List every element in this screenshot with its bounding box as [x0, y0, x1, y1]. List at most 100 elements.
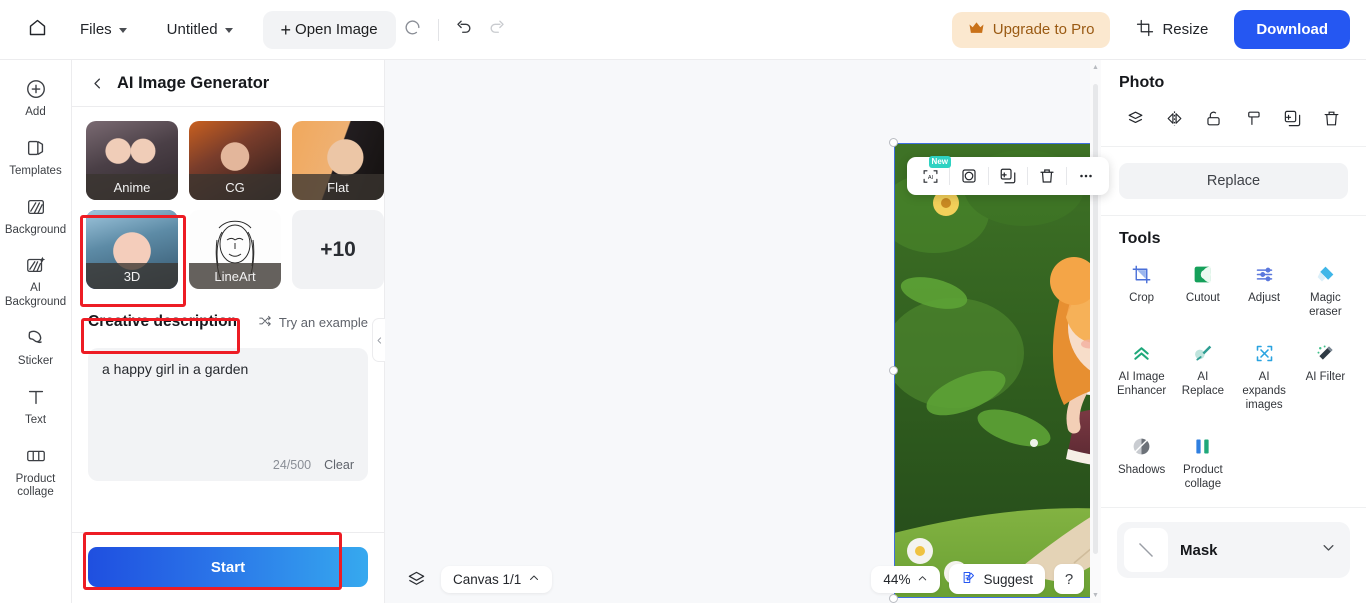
tool-magic-eraser[interactable]: Magic eraser	[1295, 256, 1356, 325]
home-icon	[27, 17, 48, 43]
redo-button[interactable]	[481, 13, 515, 47]
tool-ai-filter[interactable]: AI Filter	[1295, 335, 1356, 418]
ai-expand-icon: AI	[923, 169, 937, 183]
start-button-label: Start	[210, 558, 246, 576]
more-options-button[interactable]	[1067, 157, 1105, 195]
tool-ai-expands-images[interactable]: AI expands images	[1234, 335, 1295, 418]
tool-product-collage[interactable]: Product collage	[1172, 428, 1233, 497]
prompt-footer: 24/500 Clear	[273, 458, 354, 472]
delete-button[interactable]	[1028, 157, 1066, 195]
layers-button[interactable]	[401, 564, 431, 594]
tool-ai-image-enhancer[interactable]: AI Image Enhancer	[1111, 335, 1172, 418]
tool-adjust[interactable]: Adjust	[1234, 256, 1295, 325]
rail-item-add[interactable]: Add	[2, 70, 70, 127]
canvas-selector[interactable]: Canvas 1/1	[441, 565, 553, 593]
document-title-menu[interactable]: Untitled	[153, 14, 247, 45]
mask-row[interactable]: Mask	[1117, 522, 1350, 579]
app-body: Add Templates Background AI Background S…	[0, 60, 1366, 603]
zoom-control[interactable]: 44%	[871, 565, 941, 593]
rail-label-add: Add	[25, 106, 46, 118]
style-card-3d[interactable]: 3D	[86, 210, 178, 289]
crown-icon	[968, 21, 985, 39]
undo-button[interactable]	[447, 13, 481, 47]
files-menu-label: Files	[80, 21, 112, 38]
upgrade-to-pro-button[interactable]: Upgrade to Pro	[951, 11, 1111, 48]
resize-handle-left[interactable]	[889, 365, 898, 375]
chevron-up-icon	[528, 572, 540, 587]
rail-item-product-collage[interactable]: Product collage	[2, 437, 70, 508]
lock-button[interactable]	[1200, 104, 1228, 132]
scroll-down-arrow[interactable]: ▼	[1092, 592, 1099, 599]
creative-description-title: Creative description	[88, 313, 238, 330]
try-an-example-label: Try an example	[278, 314, 368, 330]
layers-order-icon	[1128, 111, 1142, 123]
object-float-toolbar: AI New	[907, 156, 1109, 195]
insmind-editor-app: Files Untitled + Open Image Upgrade to P…	[0, 0, 1366, 603]
delete-photo-button[interactable]	[1318, 104, 1346, 132]
chevron-down-icon[interactable]	[1321, 540, 1336, 560]
ai-filter-icon	[1315, 341, 1336, 365]
suggest-note-icon	[961, 570, 976, 588]
style-card-cg[interactable]: CG	[189, 121, 281, 200]
style-card-lineart[interactable]: LineArt	[189, 210, 281, 289]
download-button[interactable]: Download	[1234, 10, 1350, 49]
rail-item-templates[interactable]: Templates	[2, 129, 70, 186]
svg-text:AI: AI	[927, 174, 933, 180]
style-label-cg: CG	[189, 174, 281, 200]
duplicate-photo-button[interactable]	[1279, 104, 1307, 132]
mask-tool-icon	[1247, 111, 1260, 125]
back-chevron-left-icon[interactable]	[90, 76, 105, 91]
open-image-button[interactable]: + Open Image	[262, 10, 396, 49]
rail-item-background[interactable]: Background	[2, 188, 70, 245]
diagonal-line-icon	[1139, 543, 1153, 558]
panel-scrollbar[interactable]: ▲ ▼	[1090, 60, 1101, 603]
style-more-button[interactable]: +10	[292, 210, 384, 289]
rail-label-templates: Templates	[9, 164, 62, 177]
replace-button[interactable]: Replace	[1119, 163, 1348, 199]
rail-item-ai-background[interactable]: AI Background	[2, 246, 70, 317]
rail-item-text[interactable]: Text	[2, 378, 70, 435]
background-icon	[25, 194, 47, 220]
resize-handle-top-left[interactable]	[889, 138, 898, 147]
shuffle-icon	[258, 314, 272, 331]
scrollbar-thumb[interactable]	[1093, 84, 1098, 554]
tool-label-ai-replace: AI Replace	[1181, 371, 1224, 398]
ai-enhancer-icon	[1131, 341, 1152, 365]
start-button[interactable]: Start	[88, 547, 368, 587]
help-button[interactable]: ?	[1054, 564, 1084, 594]
duplicate-button[interactable]	[989, 157, 1027, 195]
prompt-input[interactable]: a happy girl in a garden 24/500 Clear	[88, 348, 368, 481]
char-counter: 24/500	[272, 458, 312, 472]
tool-ai-replace[interactable]: AI Replace	[1172, 335, 1233, 418]
chevron-down-icon	[118, 28, 127, 33]
resize-button[interactable]: Resize	[1124, 10, 1220, 50]
tool-cutout[interactable]: Cutout	[1172, 256, 1233, 325]
flip-button[interactable]	[1160, 104, 1188, 132]
mask-tool-button[interactable]	[1239, 104, 1267, 132]
adjust-icon	[1254, 262, 1275, 286]
panel-title: AI Image Generator	[117, 73, 270, 92]
panel-collapse-handle[interactable]	[372, 318, 385, 362]
zoom-level-label: 44%	[883, 571, 911, 587]
clear-prompt-button[interactable]: Clear	[324, 458, 354, 472]
scroll-up-arrow[interactable]: ▲	[1092, 64, 1099, 71]
tool-shadows[interactable]: Shadows	[1111, 428, 1172, 497]
style-card-flat[interactable]: Flat	[292, 121, 384, 200]
tool-crop[interactable]: Crop	[1111, 256, 1172, 325]
rail-item-sticker[interactable]: Sticker	[2, 319, 70, 376]
layer-order-button[interactable]	[1121, 104, 1149, 132]
tool-label-product-collage: Product collage	[1183, 464, 1223, 491]
ai-expand-button[interactable]: AI New	[911, 156, 951, 195]
chevron-up-icon	[917, 572, 928, 587]
files-menu[interactable]: Files	[66, 14, 141, 45]
try-an-example-button[interactable]: Try an example	[258, 314, 368, 331]
canvas-label: Canvas 1/1	[453, 571, 522, 587]
style-card-anime[interactable]: Anime	[86, 121, 178, 200]
trash-icon	[1040, 169, 1054, 183]
product-collage-icon	[25, 443, 47, 469]
canvas-area[interactable]: AI New Canvas 1/1 44% Suggest ?	[385, 60, 1355, 603]
loading-status-button[interactable]	[396, 13, 430, 47]
suggest-button[interactable]: Suggest	[949, 564, 1045, 594]
shape-button[interactable]	[950, 157, 988, 195]
home-button[interactable]	[20, 13, 54, 47]
